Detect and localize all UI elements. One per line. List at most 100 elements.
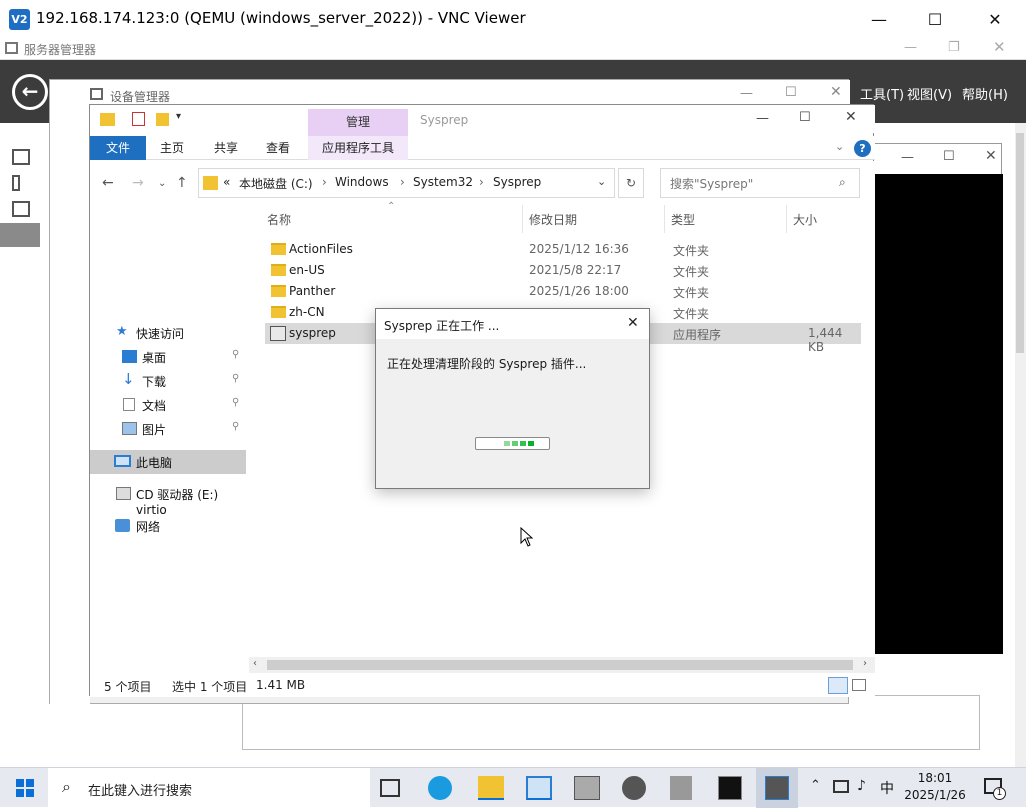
menu-tools[interactable]: 工具(T) <box>860 84 904 103</box>
tab-application-tools[interactable]: 应用程序工具 <box>308 136 408 160</box>
column-header-name[interactable]: 名称 <box>267 211 291 228</box>
nav-item-downloads[interactable]: ↓ 下载 ⚲ <box>90 369 247 393</box>
scroll-right-icon[interactable]: › <box>863 658 867 669</box>
chevron-up-icon[interactable]: ⌃ <box>810 778 821 793</box>
ime-indicator[interactable]: 中 <box>880 778 894 798</box>
help-icon[interactable]: ? <box>854 140 871 157</box>
minimize-button[interactable]: — <box>856 0 902 38</box>
sm-close-button[interactable]: ✕ <box>993 38 1006 56</box>
explorer-title-bar: ▾ 管理 Sysprep — ☐ ✕ <box>90 105 875 136</box>
dialog-close-button[interactable]: ✕ <box>627 315 639 331</box>
item-count: 5 个项目 <box>104 680 152 694</box>
up-icon[interactable]: ↑ <box>176 175 188 191</box>
server-manager-taskbar-icon[interactable] <box>526 776 552 800</box>
quick-access-dropdown-icon[interactable]: ▾ <box>176 111 181 122</box>
all-servers-icon[interactable] <box>12 201 30 217</box>
pin-icon[interactable]: ⚲ <box>232 421 239 432</box>
nav-item-pictures[interactable]: 图片 ⚲ <box>90 417 247 441</box>
dm-maximize-button[interactable]: ☐ <box>785 85 797 100</box>
refresh-icon[interactable]: ↻ <box>618 168 644 198</box>
close-button[interactable]: ✕ <box>972 0 1018 38</box>
folder-icon <box>271 306 286 318</box>
search-input[interactable]: 搜索"Sysprep" ⌕ <box>660 168 860 198</box>
breadcrumb-windows[interactable]: Windows <box>335 175 389 189</box>
breadcrumb-local-disk[interactable]: 本地磁盘 (C:) <box>239 175 313 192</box>
details-view-icon[interactable] <box>828 677 848 694</box>
menu-view[interactable]: 视图(V) <box>907 84 952 103</box>
menu-help[interactable]: 帮助(H) <box>962 84 1008 103</box>
tab-view[interactable]: 查看 <box>254 136 302 160</box>
context-tab-manage[interactable]: 管理 <box>308 109 408 136</box>
breadcrumb-overflow[interactable]: « <box>223 175 230 189</box>
dm-minimize-button[interactable]: — <box>740 86 753 101</box>
volume-icon[interactable]: ♪ <box>857 778 866 794</box>
network-status-icon[interactable] <box>833 780 849 793</box>
sysprep-taskbar-icon <box>765 776 789 800</box>
recent-dropdown-icon[interactable]: ⌄ <box>158 178 166 189</box>
console-maximize-button[interactable]: ☐ <box>943 149 955 164</box>
breadcrumb-system32[interactable]: System32 <box>413 175 473 189</box>
settings-gear-icon[interactable] <box>622 776 646 800</box>
nav-quick-access[interactable]: ★ 快速访问 <box>90 321 247 345</box>
nav-item-desktop[interactable]: 桌面 ⚲ <box>90 345 247 369</box>
windows-start-icon[interactable] <box>16 779 34 797</box>
sidebar-selected-item[interactable] <box>0 223 40 247</box>
folder-icon <box>271 264 286 276</box>
back-arrow-icon[interactable]: ← <box>12 74 48 110</box>
properties-icon[interactable] <box>132 112 145 126</box>
scrollbar-thumb[interactable] <box>267 660 853 670</box>
ribbon-expand-icon[interactable]: ⌄ <box>835 140 844 153</box>
dashboard-icon[interactable] <box>12 149 30 165</box>
edge-browser-icon[interactable] <box>428 776 452 800</box>
maximize-button[interactable]: ☐ <box>912 0 958 38</box>
explorer-minimize-button[interactable]: — <box>756 111 769 126</box>
taskbar-search-box[interactable]: ⌕ 在此键入进行搜索 <box>48 768 370 808</box>
file-row[interactable]: Panther 2025/1/26 18:00 文件夹 <box>265 281 861 302</box>
column-header-type[interactable]: 类型 <box>671 211 695 228</box>
active-app-highlight[interactable] <box>756 768 798 808</box>
back-icon[interactable]: ← <box>102 175 114 191</box>
scroll-left-icon[interactable]: ‹ <box>253 658 257 669</box>
device-manager-side <box>50 108 90 705</box>
console-minimize-button[interactable]: — <box>901 150 914 165</box>
explorer-close-button[interactable]: ✕ <box>845 109 857 125</box>
nav-this-pc[interactable]: 此电脑 <box>90 450 247 474</box>
tab-file[interactable]: 文件 <box>90 136 146 160</box>
large-icons-view-icon[interactable] <box>852 679 866 691</box>
device-manager-icon <box>90 88 103 100</box>
pin-icon[interactable]: ⚲ <box>232 373 239 384</box>
network-tool-icon[interactable] <box>670 776 692 800</box>
task-view-icon[interactable] <box>380 779 400 797</box>
column-header-size[interactable]: 大小 <box>793 211 817 228</box>
breadcrumb-sysprep[interactable]: Sysprep <box>493 175 541 189</box>
scrollbar-thumb[interactable] <box>1016 133 1024 353</box>
file-date: 2021/5/8 22:17 <box>529 263 622 277</box>
forward-icon[interactable]: → <box>132 175 144 191</box>
horizontal-scrollbar[interactable]: ‹ › <box>249 657 875 673</box>
sm-maximize-button[interactable]: ❐ <box>948 40 960 55</box>
nav-item-documents[interactable]: 文档 ⚲ <box>90 393 247 417</box>
address-dropdown-icon[interactable]: ⌄ <box>597 175 606 188</box>
new-folder-icon[interactable] <box>156 113 169 126</box>
nav-cd-drive[interactable]: CD 驱动器 (E:) virtio <box>90 482 247 517</box>
nav-network[interactable]: 网络 <box>90 514 247 538</box>
command-prompt-icon[interactable] <box>718 776 742 800</box>
console-close-button[interactable]: ✕ <box>985 148 997 164</box>
server-manager-scrollbar[interactable] <box>1015 123 1026 767</box>
pin-icon[interactable]: ⚲ <box>232 397 239 408</box>
taskbar-clock[interactable]: 18:01 2025/1/26 <box>898 770 972 806</box>
file-type: 文件夹 <box>673 244 710 258</box>
sm-minimize-button[interactable]: — <box>904 40 917 55</box>
dm-close-button[interactable]: ✕ <box>830 84 842 100</box>
device-manager-taskbar-icon[interactable] <box>574 776 600 800</box>
file-explorer-icon[interactable] <box>478 776 504 800</box>
tab-home[interactable]: 主页 <box>148 136 196 160</box>
column-header-date[interactable]: 修改日期 <box>529 211 577 228</box>
local-server-icon[interactable] <box>12 175 20 191</box>
file-row[interactable]: en-US 2021/5/8 22:17 文件夹 <box>265 260 861 281</box>
pin-icon[interactable]: ⚲ <box>232 349 239 360</box>
explorer-maximize-button[interactable]: ☐ <box>799 110 811 125</box>
tab-share[interactable]: 共享 <box>202 136 250 160</box>
file-row[interactable]: ActionFiles 2025/1/12 16:36 文件夹 <box>265 239 861 260</box>
address-bar[interactable]: « 本地磁盘 (C:) › Windows › System32 › Syspr… <box>198 168 615 198</box>
